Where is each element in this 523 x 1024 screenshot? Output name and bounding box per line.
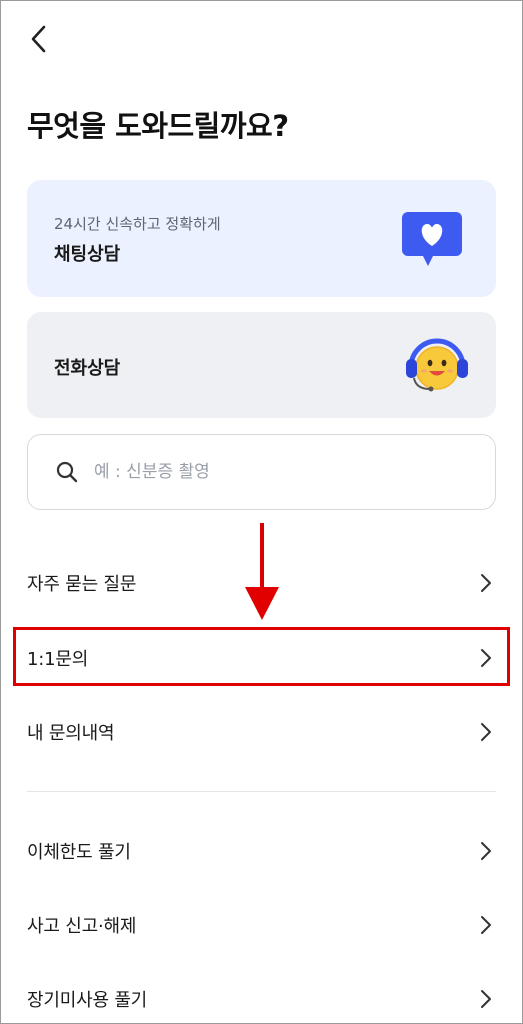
chevron-right-icon xyxy=(480,915,492,935)
chevron-right-icon xyxy=(480,841,492,861)
menu-item-transfer-limit[interactable]: 이체한도 풀기 xyxy=(27,831,496,871)
arrow-down-icon xyxy=(245,523,279,620)
chevron-right-icon xyxy=(480,648,492,668)
menu-item-label: 장기미사용 풀기 xyxy=(27,990,148,1011)
phone-consult-title: 전화상담 xyxy=(54,358,121,379)
search-box[interactable] xyxy=(27,434,496,510)
chat-heart-icon xyxy=(402,212,462,266)
menu-item-my-inquiries[interactable]: 내 문의내역 xyxy=(27,712,496,752)
search-input[interactable] xyxy=(92,461,456,483)
headset-agent-icon xyxy=(406,338,468,392)
menu-item-label: 자주 묻는 질문 xyxy=(27,574,137,595)
section-divider xyxy=(27,791,496,792)
menu-item-incident-report[interactable]: 사고 신고·해제 xyxy=(27,905,496,945)
chevron-right-icon xyxy=(480,722,492,742)
chat-consult-title: 채팅상담 xyxy=(54,244,121,265)
menu-item-label: 이체한도 풀기 xyxy=(27,842,131,863)
phone-consult-card[interactable]: 전화상담 xyxy=(27,312,496,418)
chat-consult-card[interactable]: 24시간 신속하고 정확하게 채팅상담 xyxy=(27,180,496,297)
chevron-right-icon xyxy=(480,989,492,1009)
menu-item-label: 사고 신고·해제 xyxy=(27,916,137,937)
chevron-right-icon xyxy=(480,573,492,593)
page-title: 무엇을 도와드릴까요? xyxy=(27,109,289,143)
chat-consult-subtitle: 24시간 신속하고 정확하게 xyxy=(54,215,221,233)
menu-item-label: 1:1문의 xyxy=(27,649,89,670)
menu-item-one-on-one-inquiry[interactable]: 1:1문의 xyxy=(27,638,496,678)
menu-item-dormant-unlock[interactable]: 장기미사용 풀기 xyxy=(27,979,496,1019)
back-button[interactable] xyxy=(22,22,56,56)
chevron-left-icon xyxy=(31,25,46,53)
search-icon xyxy=(56,461,78,483)
menu-item-label: 내 문의내역 xyxy=(27,723,115,744)
